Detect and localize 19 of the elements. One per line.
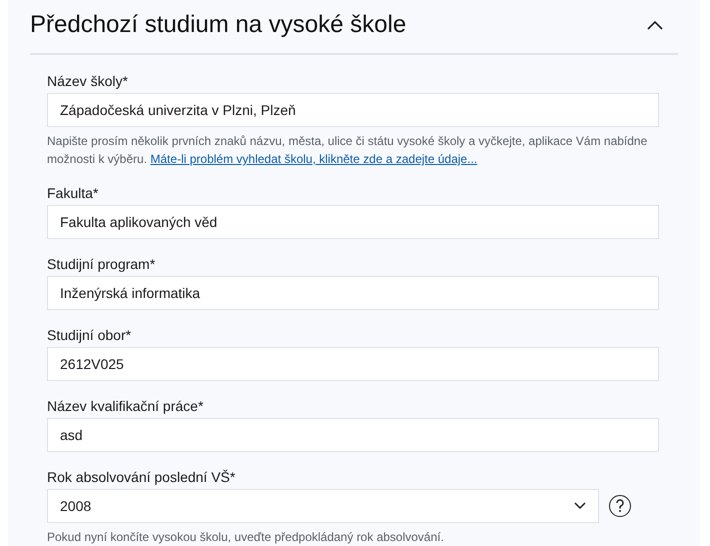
field-label: Název školy* [47,72,129,90]
field-label: Název kvalifikační práce* [47,397,204,415]
help-icon[interactable] [609,495,631,517]
section-title: Předchozí studium na vysoké škole [30,10,406,40]
field-label: Fakulta* [47,184,100,202]
input-field[interactable]: asd [47,418,659,452]
year-select[interactable]: 2008 [47,489,599,523]
chevron-down-icon [574,502,586,510]
field-label: Rok absolvování poslední VŠ* [47,468,236,486]
input-field[interactable]: Fakulta aplikovaných věd [47,205,659,239]
input-field[interactable]: 2612V025 [47,347,659,381]
hint-text: Pokud nyní končíte vysokou školu, uveďte předpokládaný rok absolvování. [47,529,445,546]
hint-text: Napište prosím několik prvních znaků názvu, města, ulice či státu vysoké školy a vyčkejte, aplikace Vám nabídne možnosti k výběru. Máte-li problém vyhledat školu, klikněte zde a zadejte údaje... [47,133,648,168]
field-label: Studijní program* [47,255,156,273]
link[interactable]: Máte-li problém vyhledat školu, klikněte zde a zadejte údaje... [150,152,478,166]
chevron-up-icon [647,20,663,30]
input-field[interactable]: Inženýrská informatika [47,276,659,310]
input-field[interactable]: Západočeská univerzita v Plzni, Plzeň [47,93,659,127]
field-label: Studijní obor* [47,326,132,344]
